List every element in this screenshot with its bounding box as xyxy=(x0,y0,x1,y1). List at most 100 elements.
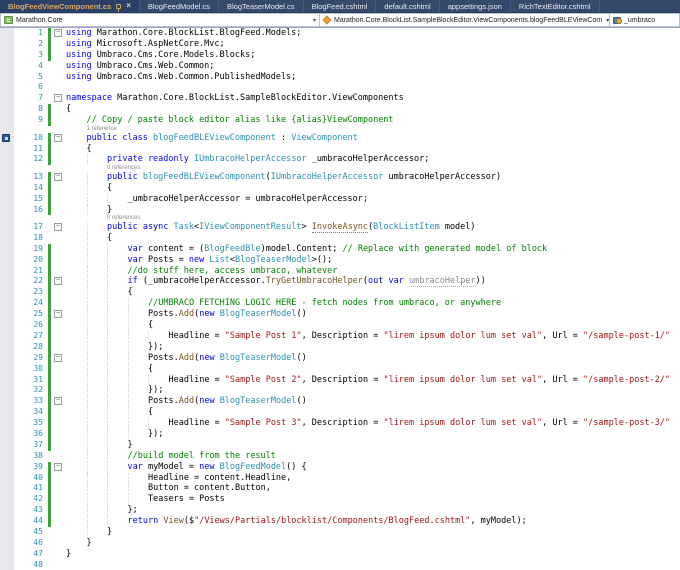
code-line[interactable]: 7namespace Marathon.Core.BlockList.Sampl… xyxy=(0,93,680,104)
code-editor[interactable]: 1using Marathon.Core.BlockList.BlogFeed.… xyxy=(0,28,680,570)
code-line[interactable]: 24//UMBRACO FETCHING LOGIC HERE - fetch … xyxy=(0,298,680,309)
code-line[interactable]: 11{ xyxy=(0,144,680,155)
line-number[interactable]: 16 xyxy=(14,205,48,216)
code-line[interactable]: 45} xyxy=(0,527,680,538)
member-dropdown[interactable]: _umbraco xyxy=(610,13,680,27)
fold-collapse-icon[interactable] xyxy=(54,134,62,142)
line-number[interactable]: 9 xyxy=(14,115,48,126)
fold-collapse-icon[interactable] xyxy=(54,354,62,362)
line-number[interactable]: 44 xyxy=(14,516,48,527)
code-line[interactable]: 48 xyxy=(0,560,680,570)
code-line[interactable]: 21//do stuff here, access umbraco, whate… xyxy=(0,266,680,277)
code-line[interactable]: 13public blogFeedBLEViewComponent(IUmbra… xyxy=(0,172,680,183)
code-line[interactable]: 20var Posts = new List<BlogTeaserModel>(… xyxy=(0,255,680,266)
code-line[interactable]: 27Headline = "Sample Post 1", Descriptio… xyxy=(0,331,680,342)
line-number[interactable]: 13 xyxy=(14,172,48,183)
pin-icon[interactable] xyxy=(116,4,121,9)
codelens-label[interactable]: 1 reference xyxy=(66,126,117,133)
line-number[interactable]: 37 xyxy=(14,440,48,451)
project-dropdown[interactable]: Marathon.Core ▾ xyxy=(0,13,320,27)
line-number[interactable]: 8 xyxy=(14,104,48,115)
code-line[interactable]: 43}; xyxy=(0,505,680,516)
fold-collapse-icon[interactable] xyxy=(54,397,62,405)
code-line[interactable]: 44return View($"/Views/Partials/blocklis… xyxy=(0,516,680,527)
tab-appsettings.json[interactable]: appsettings.json xyxy=(440,0,511,12)
line-number[interactable]: 25 xyxy=(14,309,48,320)
code-line[interactable]: 5using Umbraco.Cms.Web.Common.PublishedM… xyxy=(0,72,680,83)
code-line[interactable]: 47} xyxy=(0,549,680,560)
line-number[interactable]: 18 xyxy=(14,233,48,244)
code-line[interactable]: 25Posts.Add(new BlogTeaserModel() xyxy=(0,309,680,320)
line-number[interactable]: 4 xyxy=(14,61,48,72)
fold-collapse-icon[interactable] xyxy=(54,277,62,285)
code-line[interactable]: 12private readonly IUmbracoHelperAccesso… xyxy=(0,154,680,165)
code-line[interactable]: 8{ xyxy=(0,104,680,115)
code-line[interactable]: 34{ xyxy=(0,407,680,418)
line-number[interactable]: 15 xyxy=(14,194,48,205)
code-line[interactable]: 39var myModel = new BlogFeedModel() { xyxy=(0,462,680,473)
line-number[interactable]: 23 xyxy=(14,287,48,298)
line-number[interactable]: 45 xyxy=(14,527,48,538)
line-number[interactable]: 3 xyxy=(14,50,48,61)
line-number[interactable]: 28 xyxy=(14,342,48,353)
line-number[interactable]: 48 xyxy=(14,560,48,570)
code-line[interactable]: 3using Umbraco.Cms.Core.Models.Blocks; xyxy=(0,50,680,61)
line-number[interactable]: 38 xyxy=(14,451,48,462)
line-number[interactable]: 1 xyxy=(14,28,48,39)
codelens-label[interactable]: 0 references xyxy=(66,215,140,222)
line-number[interactable]: 17 xyxy=(14,222,48,233)
code-line[interactable]: 35Headline = "Sample Post 3", Descriptio… xyxy=(0,418,680,429)
code-line[interactable]: 30{ xyxy=(0,364,680,375)
tab-RichTextEditor.cshtml[interactable]: RichTextEditor.cshtml xyxy=(511,0,600,12)
code-line[interactable]: 15_umbracoHelperAccessor = umbracoHelper… xyxy=(0,194,680,205)
fold-collapse-icon[interactable] xyxy=(54,29,62,37)
code-line[interactable]: 28}); xyxy=(0,342,680,353)
code-line[interactable]: 17public async Task<IViewComponentResult… xyxy=(0,222,680,233)
code-line[interactable]: 18{ xyxy=(0,233,680,244)
line-number[interactable]: 5 xyxy=(14,72,48,83)
code-line[interactable]: 32}); xyxy=(0,385,680,396)
line-number[interactable]: 40 xyxy=(14,473,48,484)
code-line[interactable]: 14{ xyxy=(0,183,680,194)
fold-collapse-icon[interactable] xyxy=(54,173,62,181)
code-line[interactable]: 29Posts.Add(new BlogTeaserModel() xyxy=(0,353,680,364)
tab-BlogFeedViewComponent.cs[interactable]: BlogFeedViewComponent.cs× xyxy=(0,0,140,12)
line-number[interactable]: 20 xyxy=(14,255,48,266)
code-line[interactable]: 10public class blogFeedBLEViewComponent … xyxy=(0,133,680,144)
line-number[interactable]: 14 xyxy=(14,183,48,194)
code-line[interactable]: 2using Microsoft.AspNetCore.Mvc; xyxy=(0,39,680,50)
codelens-label[interactable]: 0 references xyxy=(66,165,140,172)
line-number[interactable]: 12 xyxy=(14,154,48,165)
line-number[interactable]: 19 xyxy=(14,244,48,255)
code-line[interactable]: 38//build model from the result xyxy=(0,451,680,462)
line-number[interactable]: 10 xyxy=(14,133,48,144)
tab-BlogFeedModel.cs[interactable]: BlogFeedModel.cs xyxy=(140,0,219,12)
line-number[interactable]: 47 xyxy=(14,549,48,560)
line-number[interactable]: 27 xyxy=(14,331,48,342)
line-number[interactable]: 41 xyxy=(14,483,48,494)
code-line[interactable]: 26{ xyxy=(0,320,680,331)
code-line[interactable]: 6 xyxy=(0,82,680,93)
fold-collapse-icon[interactable] xyxy=(54,223,62,231)
line-number[interactable]: 7 xyxy=(14,93,48,104)
tab-BlogTeaserModel.cs[interactable]: BlogTeaserModel.cs xyxy=(219,0,304,12)
fold-collapse-icon[interactable] xyxy=(54,310,62,318)
code-line[interactable]: 33Posts.Add(new BlogTeaserModel() xyxy=(0,396,680,407)
line-number[interactable]: 6 xyxy=(14,82,48,93)
fold-collapse-icon[interactable] xyxy=(54,463,62,471)
fold-collapse-icon[interactable] xyxy=(54,94,62,102)
line-number[interactable]: 35 xyxy=(14,418,48,429)
code-line[interactable]: 23{ xyxy=(0,287,680,298)
code-line[interactable]: 46} xyxy=(0,538,680,549)
line-number[interactable]: 11 xyxy=(14,144,48,155)
line-number[interactable]: 29 xyxy=(14,353,48,364)
close-icon[interactable]: × xyxy=(126,2,131,10)
tab-default.cshtml[interactable]: default.cshtml xyxy=(376,0,439,12)
line-number[interactable]: 46 xyxy=(14,538,48,549)
line-number[interactable]: 33 xyxy=(14,396,48,407)
code-line[interactable]: 31Headline = "Sample Post 2", Descriptio… xyxy=(0,375,680,386)
code-line[interactable]: 9// Copy / paste block editor alias like… xyxy=(0,115,680,126)
tab-BlogFeed.cshtml[interactable]: BlogFeed.cshtml xyxy=(304,0,377,12)
code-line[interactable]: 19var content = (BlogFeedBle)model.Conte… xyxy=(0,244,680,255)
code-line[interactable]: 1using Marathon.Core.BlockList.BlogFeed.… xyxy=(0,28,680,39)
